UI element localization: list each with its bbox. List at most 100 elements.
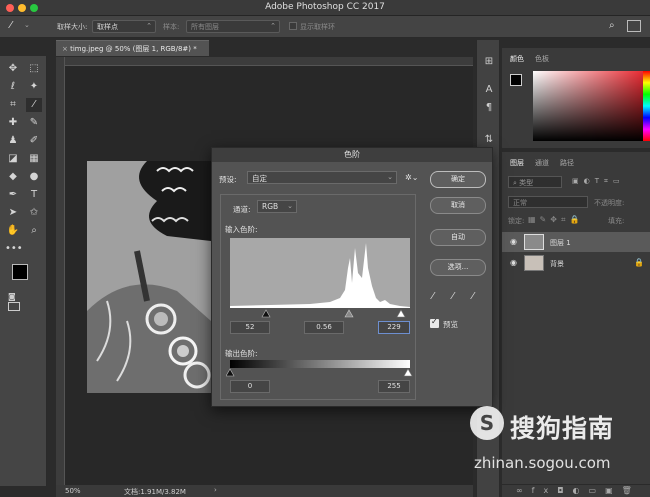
properties-icon[interactable]: ⊞ — [482, 56, 496, 70]
lasso-tool-icon[interactable]: ℓ — [5, 80, 21, 94]
auto-button[interactable]: 自动 — [430, 229, 486, 246]
sample-select[interactable]: 所有图层 ⌃ — [186, 20, 280, 33]
options-bar: ⁄ ⌄ 取样大小: 取样点 ⌃ 样本: 所有图层 ⌃ 显示取样环 ⌕ — [0, 16, 650, 38]
preview-label: 预览 — [443, 320, 458, 329]
pen-tool-icon[interactable]: ✒ — [5, 188, 21, 202]
eye-icon[interactable]: ◉ — [510, 237, 517, 246]
document-image[interactable] — [87, 161, 211, 393]
layer-filter-select[interactable]: ⌕ 类型 — [508, 176, 562, 188]
document-tab[interactable]: × timg.jpeg @ 50% (图层 1, RGB/8#) * — [56, 40, 209, 56]
crop-tool-icon[interactable]: ⌗ — [5, 98, 21, 112]
input-white-slider — [396, 309, 406, 318]
input-sliders[interactable] — [226, 308, 414, 318]
input-black-slider — [261, 309, 271, 318]
brush-tool-icon[interactable]: ✎ — [26, 116, 42, 130]
search-icon[interactable]: ⌕ — [609, 20, 615, 31]
dodge-tool-icon[interactable]: ● — [26, 170, 42, 184]
paragraph-icon[interactable]: ¶ — [482, 102, 496, 116]
tab-swatches[interactable]: 色板 — [535, 54, 549, 64]
sample-size-label: 取样大小: — [57, 23, 88, 31]
color-foreground-swatch[interactable] — [510, 74, 522, 86]
layer-actions-icons[interactable]: ∞fx◘◐▭▣🗑 — [516, 486, 641, 495]
lock-label: 锁定: — [508, 217, 525, 225]
chevron-down-icon[interactable]: ⌄ — [24, 21, 30, 29]
channel-select[interactable]: RGB ⌄ — [257, 200, 297, 213]
preview-checkbox[interactable]: ✓ — [430, 317, 439, 328]
hand-tool-icon[interactable]: ✋ — [5, 224, 21, 238]
eye-icon[interactable]: ◉ — [510, 258, 517, 267]
layer-row[interactable]: ◉ 背景 🔒 — [502, 253, 650, 273]
color-picker-field[interactable] — [533, 71, 646, 141]
healing-brush-icon[interactable]: ✚ — [5, 116, 21, 130]
output-black-field[interactable]: 0 — [230, 380, 270, 393]
show-ring-checkbox[interactable] — [289, 22, 297, 30]
tab-layers[interactable]: 图层 — [510, 158, 524, 168]
preset-select[interactable]: 自定 ⌄ — [247, 171, 397, 184]
output-white-slider — [403, 368, 413, 377]
zoom-tool-icon[interactable]: ⌕ — [26, 224, 42, 238]
layer-thumbnail — [524, 255, 544, 271]
tab-paths[interactable]: 路径 — [560, 158, 574, 168]
chevron-down-icon: ⌃ — [146, 22, 152, 30]
adjustments-icon[interactable]: ⇅ — [482, 134, 496, 148]
tab-color[interactable]: 颜色 — [510, 54, 524, 64]
input-black-field[interactable]: 52 — [230, 321, 270, 334]
type-tool-icon[interactable]: T — [26, 188, 42, 202]
black-point-eyedropper-icon[interactable]: ⁄ — [432, 291, 444, 303]
history-brush-icon[interactable]: ✐ — [26, 134, 42, 148]
close-tab-icon[interactable]: × — [62, 45, 68, 53]
options-button[interactable]: 选项... — [430, 259, 486, 276]
character-icon[interactable]: A — [482, 84, 496, 98]
input-white-field[interactable]: 229 — [378, 321, 410, 334]
marquee-tool-icon[interactable]: ⬚ — [26, 62, 42, 76]
gradient-tool-icon[interactable]: ▦ — [26, 152, 42, 166]
chevron-right-icon[interactable]: › — [214, 486, 217, 494]
opacity-label: 不透明度: — [594, 199, 625, 207]
layer-name: 背景 — [550, 260, 564, 268]
more-tools-icon[interactable]: ••• — [5, 242, 23, 256]
eyedropper-icon[interactable]: ⁄ — [10, 20, 12, 31]
gray-point-eyedropper-icon[interactable]: ⁄ — [452, 291, 464, 303]
image-artwork — [87, 161, 211, 393]
channel-value: RGB — [262, 202, 279, 211]
lock-icon: 🔒 — [634, 258, 644, 267]
blend-mode-value: 正常 — [513, 199, 527, 207]
layer-row[interactable]: ◉ 图层 1 — [502, 232, 650, 252]
input-gamma-field[interactable]: 0.56 — [304, 321, 344, 334]
document-tab-label: timg.jpeg @ 50% (图层 1, RGB/8#) * — [70, 45, 197, 53]
eraser-tool-icon[interactable]: ◪ — [5, 152, 21, 166]
hue-slider[interactable] — [643, 71, 650, 141]
channel-label: 通道: — [233, 205, 251, 214]
path-select-icon[interactable]: ➤ — [5, 206, 21, 220]
dialog-title: 色阶 — [212, 148, 492, 162]
tab-channels[interactable]: 通道 — [535, 158, 549, 168]
sample-size-select[interactable]: 取样点 ⌃ — [92, 20, 156, 33]
gear-icon[interactable]: ✲⌄ — [405, 173, 418, 182]
white-point-eyedropper-icon[interactable]: ⁄ — [472, 291, 484, 303]
histogram — [230, 238, 410, 308]
tools-panel: ✥ ⬚ ℓ ✦ ⌗ ⁄ ✚ ✎ ♟ ✐ ◪ ▦ ◆ ● ✒ T ➤ ✩ ✋ ⌕ … — [0, 56, 47, 486]
blur-tool-icon[interactable]: ◆ — [5, 170, 21, 184]
sogou-logo: S — [470, 406, 504, 440]
layer-filter-icons[interactable]: ▣◐T⌗▭ — [572, 177, 625, 186]
foreground-color-swatch[interactable] — [12, 264, 28, 280]
chevron-down-icon: ⌄ — [387, 173, 393, 181]
output-white-field[interactable]: 255 — [378, 380, 410, 393]
screen-mode-icon[interactable] — [8, 302, 20, 311]
blend-mode-select[interactable]: 正常 — [508, 196, 588, 208]
sample-value: 所有图层 — [191, 23, 219, 31]
move-tool-icon[interactable]: ✥ — [5, 62, 21, 76]
output-sliders[interactable] — [226, 367, 414, 377]
shape-tool-icon[interactable]: ✩ — [26, 206, 42, 220]
stamp-tool-icon[interactable]: ♟ — [5, 134, 21, 148]
lock-icons[interactable]: ▦✎✥⌗🔒 — [528, 215, 583, 225]
quick-mask-icon[interactable]: ◙ — [8, 292, 16, 301]
cancel-button[interactable]: 取消 — [430, 197, 486, 214]
ok-button[interactable]: 确定 — [430, 171, 486, 188]
layer-filter-label: 类型 — [519, 179, 534, 187]
eyedropper-tool-icon[interactable]: ⁄ — [26, 98, 42, 112]
document-info: 文档:1.91M/3.82M — [124, 488, 186, 496]
workspace-icon[interactable] — [627, 20, 641, 32]
magic-wand-icon[interactable]: ✦ — [26, 80, 42, 94]
zoom-level[interactable]: 50% — [65, 487, 81, 495]
